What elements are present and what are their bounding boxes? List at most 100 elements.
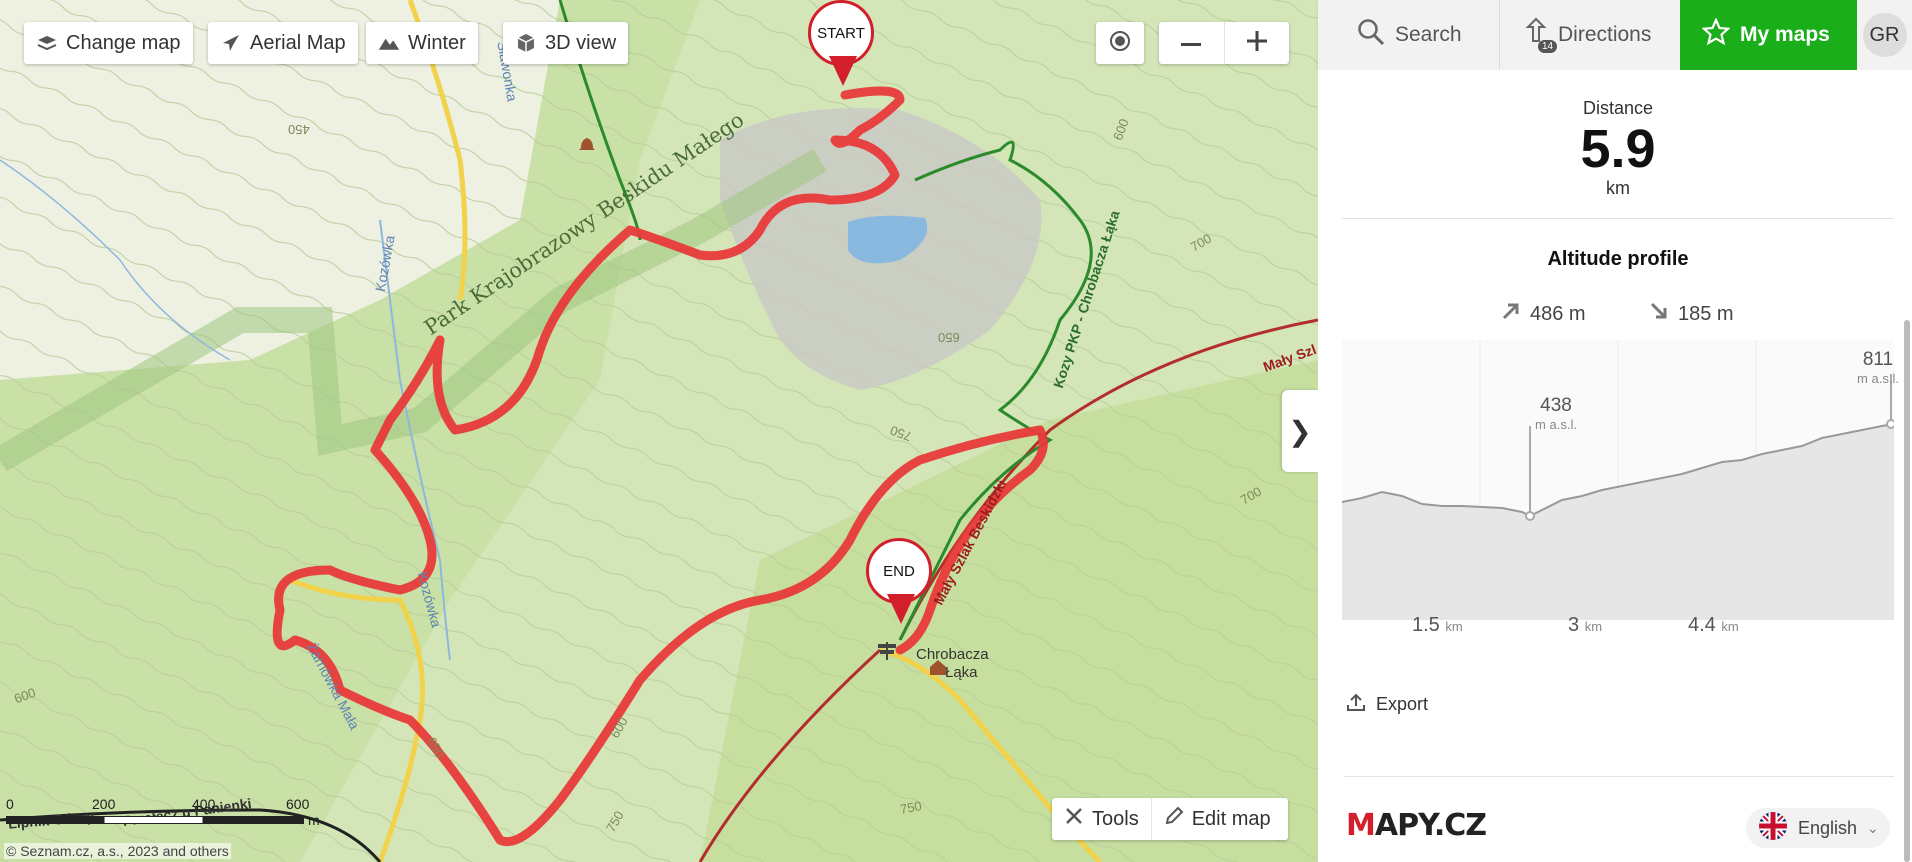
map-label-place-2: Łąka <box>945 664 978 681</box>
edit-map-button[interactable]: Edit map <box>1152 798 1283 840</box>
cube-icon <box>515 32 537 54</box>
search-icon <box>1357 18 1385 52</box>
min-altitude-label: 438 m a.s.l. <box>1506 396 1606 434</box>
directions-tab[interactable]: 14 Directions <box>1500 0 1680 70</box>
minus-icon <box>1181 34 1202 52</box>
zoom-controls <box>1159 22 1289 64</box>
distance-value: 5.9 <box>1580 119 1656 179</box>
aerial-map-label: Aerial Map <box>250 31 346 54</box>
max-point <box>1886 419 1896 429</box>
tools-label: Tools <box>1092 807 1139 830</box>
winter-label: Winter <box>408 31 466 54</box>
km-tick-unit: km <box>1721 619 1739 634</box>
contour-label: 650 <box>938 330 960 345</box>
language-label: English <box>1798 817 1858 838</box>
total-ascent: 486 m <box>1500 300 1586 328</box>
my-maps-tab-label: My maps <box>1740 23 1830 46</box>
map-tools-bar: Tools Edit map <box>1052 798 1288 840</box>
upload-icon <box>1346 692 1366 717</box>
tools-button[interactable]: Tools <box>1052 798 1152 840</box>
scale-tick: 200 <box>92 796 116 812</box>
total-descent: 185 m <box>1648 300 1734 328</box>
max-altitude-value: 811 <box>1862 349 1894 370</box>
user-menu[interactable]: GR <box>1857 0 1912 70</box>
arrow-up-right-icon <box>1500 300 1522 328</box>
scale-unit: m <box>308 812 320 828</box>
route-end-pin[interactable]: END <box>866 538 936 628</box>
edit-map-label: Edit map <box>1191 807 1271 830</box>
km-tick-value: 4.4 <box>1688 614 1716 636</box>
signpost-icon[interactable] <box>876 640 898 667</box>
panel-scrollbar[interactable] <box>1904 320 1910 862</box>
change-map-label: Change map <box>66 31 181 54</box>
km-tick-value: 3 <box>1568 614 1580 636</box>
winter-button[interactable]: Winter <box>366 22 478 64</box>
top-navigation: Search 14 Directions My maps GR <box>1318 0 1912 70</box>
logo-text: APY.CZ <box>1374 808 1487 843</box>
route-panel: Distance 5.9 km Altitude profile 486 m 1… <box>1318 70 1912 862</box>
my-maps-tab[interactable]: My maps <box>1680 0 1857 70</box>
km-tick-unit: km <box>1445 619 1463 634</box>
divider <box>1342 218 1894 219</box>
map-label-place-1: Chrobacza <box>916 646 989 663</box>
pin-tip <box>829 56 857 86</box>
chevron-down-icon: ⌄ <box>1867 819 1879 836</box>
ascent-value: 486 m <box>1530 302 1586 325</box>
aerial-map-button[interactable]: Aerial Map <box>208 22 358 64</box>
map-copyright[interactable]: © Seznam.cz, a.s., 2023 and others <box>4 843 231 859</box>
mapy-cz-logo[interactable]: MAPY.CZ <box>1346 808 1487 843</box>
altitude-profile-graph <box>1341 340 1896 620</box>
chevron-right-icon: ❯ <box>1288 415 1312 447</box>
divider <box>1344 776 1894 777</box>
altitude-profile-title: Altitude profile <box>1547 248 1689 270</box>
map-canvas[interactable]: Park Krajobrazowy Beskidu Małego Mały Sz… <box>0 0 1318 862</box>
map-scale: 0 200 400 600 m <box>6 796 326 828</box>
pin-tip <box>887 594 915 624</box>
search-tab-label: Search <box>1395 23 1462 46</box>
km-tick-value: 1.5 <box>1412 614 1440 636</box>
distance-unit: km <box>1606 178 1630 198</box>
pencil-icon <box>1164 806 1184 832</box>
zoom-out-button[interactable] <box>1159 22 1225 64</box>
km-tick-unit: km <box>1584 619 1603 634</box>
distance-label: Distance <box>1582 98 1654 118</box>
uk-flag-icon <box>1758 811 1788 846</box>
scale-tick: 400 <box>192 796 216 812</box>
plus-icon <box>1246 30 1267 56</box>
directions-tab-label: Directions <box>1558 23 1652 46</box>
logo-m: M <box>1346 808 1376 843</box>
min-altitude-value: 438 <box>1540 395 1572 416</box>
descent-value: 185 m <box>1678 302 1734 325</box>
min-point <box>1525 511 1535 521</box>
export-label: Export <box>1376 694 1429 714</box>
contour-label: 450 <box>288 122 310 137</box>
bell-icon[interactable] <box>578 136 596 159</box>
locate-me-button[interactable] <box>1096 22 1144 64</box>
max-altitude-label: 811 m a.s.l. <box>1828 350 1912 388</box>
zoom-in-button[interactable] <box>1225 22 1290 64</box>
target-icon <box>1109 30 1131 57</box>
star-icon <box>1701 17 1731 52</box>
altitude-profile-chart[interactable] <box>1341 340 1896 660</box>
view-3d-label: 3D view <box>545 31 617 54</box>
min-altitude-unit: m a.s.l. <box>1535 417 1577 432</box>
avatar: GR <box>1862 13 1907 57</box>
km-tick: 1.5 km <box>1412 614 1463 637</box>
km-tick: 3 km <box>1568 614 1602 637</box>
mountain-icon <box>378 32 400 54</box>
scale-tick: 600 <box>286 796 310 812</box>
search-tab[interactable]: Search <box>1318 0 1500 70</box>
tools-icon <box>1064 806 1084 832</box>
change-map-button[interactable]: Change map <box>24 22 193 64</box>
scale-tick: 0 <box>6 796 14 812</box>
hut-icon[interactable] <box>928 658 948 681</box>
directions-badge: 14 <box>1538 40 1558 53</box>
view-3d-button[interactable]: 3D view <box>503 22 629 64</box>
scale-bar <box>6 816 304 824</box>
arrow-down-right-icon <box>1648 300 1670 328</box>
route-start-pin[interactable]: START <box>808 0 878 90</box>
language-select[interactable]: English ⌄ <box>1746 808 1890 848</box>
export-button[interactable]: Export <box>1346 692 1428 717</box>
collapse-panel-button[interactable]: ❯ <box>1282 390 1318 472</box>
layers-icon <box>36 32 58 54</box>
